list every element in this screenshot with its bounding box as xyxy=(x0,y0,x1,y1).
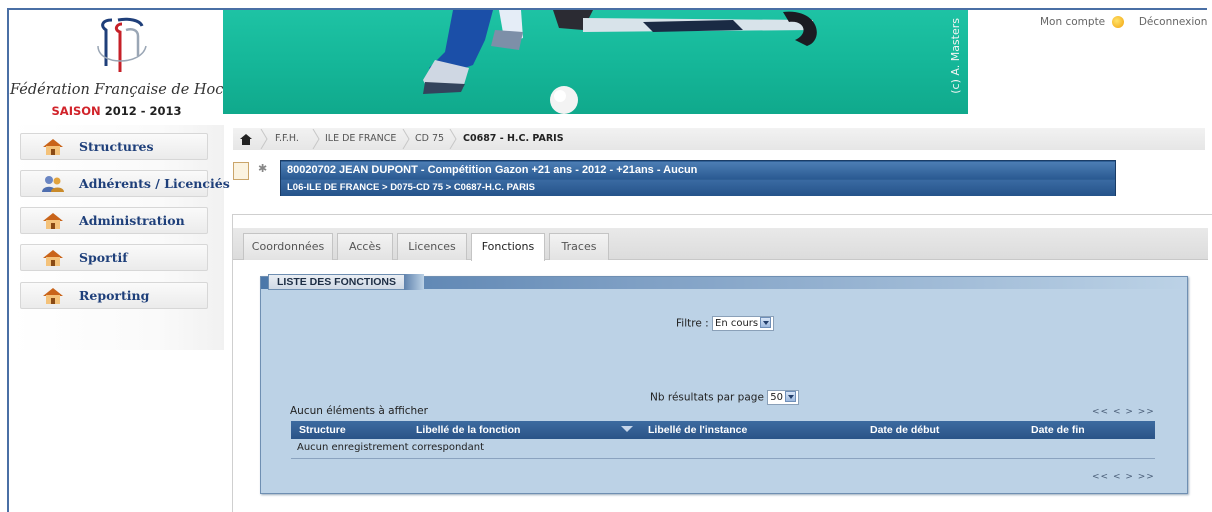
panel-title: LISTE DES FONCTIONS xyxy=(268,274,425,290)
breadcrumb-item-ffh[interactable]: F.F.H. xyxy=(275,133,299,144)
logout-link[interactable]: Déconnexion xyxy=(1139,16,1208,28)
sidebar-item-reporting[interactable]: Reporting xyxy=(20,282,208,309)
breadcrumb-item-cd[interactable]: CD 75 xyxy=(415,133,444,144)
chevron-right-icon xyxy=(312,129,320,149)
column-libelle-fonction[interactable]: Libellé de la fonction xyxy=(416,424,520,436)
tab-coordonnees[interactable]: Coordonnées xyxy=(243,233,333,260)
sort-down-icon[interactable] xyxy=(621,426,633,432)
hockey-banner: (c) A. Masters xyxy=(223,10,968,114)
my-account-link[interactable]: Mon compte xyxy=(1040,16,1105,28)
licensee-summary: 80020702 JEAN DUPONT - Compétition Gazon… xyxy=(281,162,1115,179)
season-word: SAISON xyxy=(51,104,101,118)
licensee-structure-path: L06-ILE DE FRANCE > D075-CD 75 > C0687-H… xyxy=(281,180,1115,196)
house-icon xyxy=(43,250,63,266)
season-years: 2012 - 2013 xyxy=(104,104,182,118)
chevron-down-icon[interactable] xyxy=(784,390,796,402)
per-page-select[interactable]: 50 xyxy=(767,390,799,405)
breadcrumb-item-club: C0687 - H.C. PARIS xyxy=(463,133,564,144)
licensee-header: 80020702 JEAN DUPONT - Compétition Gazon… xyxy=(280,160,1116,196)
account-links: Mon compte Déconnexion xyxy=(1040,16,1212,28)
breadcrumb-item-region[interactable]: ILE DE FRANCE xyxy=(325,133,396,144)
print-icon[interactable] xyxy=(233,162,249,180)
sidebar-item-label: Sportif xyxy=(79,250,128,265)
frame-left-border xyxy=(7,8,9,512)
filter-label: Filtre : xyxy=(676,317,709,330)
sidebar-item-administration[interactable]: Administration xyxy=(20,207,208,234)
users-icon xyxy=(42,176,64,192)
per-page-control: Nb résultats par page 50 xyxy=(650,390,799,405)
banner-photo xyxy=(423,10,817,114)
sidebar-item-label: Administration xyxy=(79,213,185,228)
filter-control: Filtre : En cours xyxy=(676,316,775,331)
sidebar-item-label: Reporting xyxy=(79,288,150,303)
loading-spinner-icon: ✱ xyxy=(258,162,268,175)
filter-select[interactable]: En cours xyxy=(712,316,775,331)
sidebar-item-label: Adhérents / Licenciés xyxy=(79,176,230,191)
tab-licences[interactable]: Licences xyxy=(397,233,467,260)
sidebar-item-sportif[interactable]: Sportif xyxy=(20,244,208,271)
tab-bar: Coordonnées Accès Licences Fonctions Tra… xyxy=(233,228,1208,261)
house-icon xyxy=(43,288,63,304)
fonctions-panel xyxy=(260,276,1188,494)
pagination-top[interactable]: << < > >> xyxy=(1092,407,1155,417)
sidebar: Structures Adhérents / Licenciés Adminis… xyxy=(10,125,230,350)
photo-credit: (c) A. Masters xyxy=(949,18,962,94)
account-gear-icon[interactable] xyxy=(1111,16,1124,28)
filter-select-value: En cours xyxy=(715,318,759,329)
app-frame: Fédération Française de Hockey SAISON 20… xyxy=(0,0,1212,512)
column-structure[interactable]: Structure xyxy=(299,424,346,436)
table-row-empty: Aucun enregistrement correspondant xyxy=(297,442,485,453)
chevron-right-icon xyxy=(449,129,457,149)
chevron-right-icon xyxy=(402,129,410,149)
tab-acces[interactable]: Accès xyxy=(337,233,393,260)
sidebar-item-label: Structures xyxy=(79,139,154,154)
empty-results-message: Aucun éléments à afficher xyxy=(290,405,428,417)
per-page-value: 50 xyxy=(770,392,783,403)
breadcrumb: F.F.H. ILE DE FRANCE CD 75 C0687 - H.C. … xyxy=(233,128,1205,150)
table-row-divider xyxy=(291,458,1155,459)
ffh-logo[interactable]: Fédération Française de Hockey SAISON 20… xyxy=(10,10,249,122)
chevron-right-icon xyxy=(260,129,268,149)
table-header: Structure Libellé de la fonction Libellé… xyxy=(291,421,1155,439)
sidebar-item-structures[interactable]: Structures xyxy=(20,133,208,160)
federation-name: Fédération Française de Hockey xyxy=(10,82,249,98)
pagination-bottom[interactable]: << < > >> xyxy=(1092,472,1155,482)
column-date-fin[interactable]: Date de fin xyxy=(1031,424,1085,436)
sidebar-item-adherents[interactable]: Adhérents / Licenciés xyxy=(20,170,230,197)
season-label: SAISON 2012 - 2013 xyxy=(10,104,223,118)
per-page-label: Nb résultats par page xyxy=(650,391,764,404)
chevron-down-icon[interactable] xyxy=(760,316,772,328)
tab-fonctions[interactable]: Fonctions xyxy=(471,233,545,261)
house-icon xyxy=(43,139,63,155)
tab-traces[interactable]: Traces xyxy=(549,233,609,260)
hockey-sticks-logo-icon xyxy=(97,17,147,72)
house-icon xyxy=(43,213,63,229)
home-icon[interactable] xyxy=(239,133,253,145)
column-date-debut[interactable]: Date de début xyxy=(870,424,939,436)
column-libelle-instance[interactable]: Libellé de l'instance xyxy=(648,424,747,436)
